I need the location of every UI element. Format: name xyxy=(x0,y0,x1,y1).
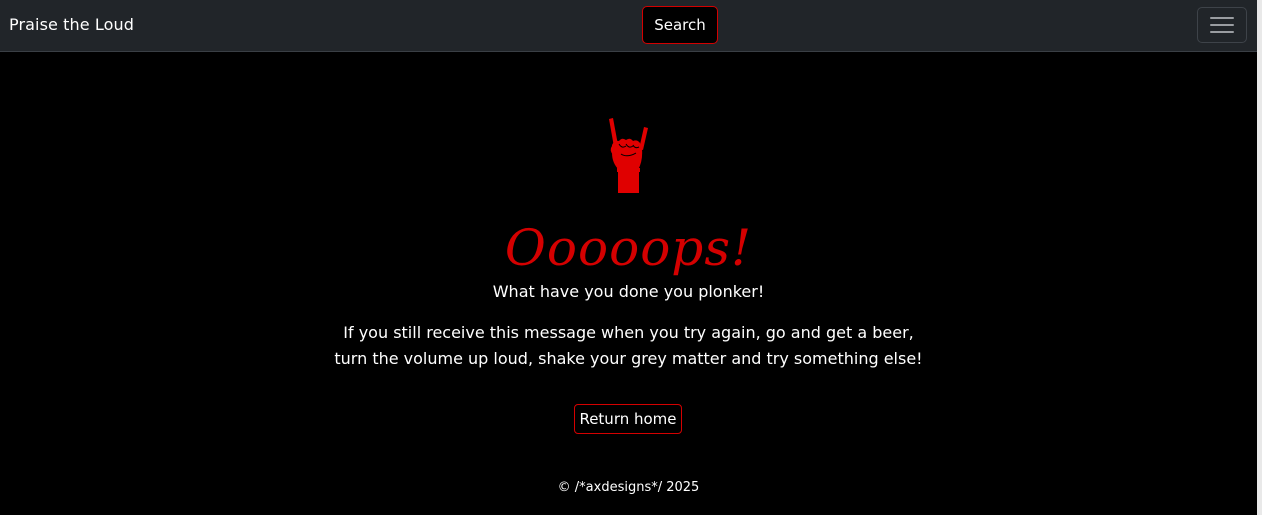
hamburger-menu-icon xyxy=(1210,17,1234,33)
error-title: Ooooops! xyxy=(504,219,753,277)
menu-toggle-button[interactable] xyxy=(1197,7,1247,43)
brand-link[interactable]: Praise the Loud xyxy=(9,14,134,36)
navbar: Praise the Loud Search xyxy=(0,0,1257,52)
search-button[interactable]: Search xyxy=(642,6,718,44)
page-edge xyxy=(1257,0,1262,515)
footer-copyright: © /*axdesigns*/ 2025 xyxy=(557,480,700,495)
return-home-button[interactable]: Return home xyxy=(574,404,682,434)
rock-horns-hand-icon xyxy=(609,118,648,193)
error-subtitle: What have you done you plonker! xyxy=(492,282,765,301)
error-message: If you still receive this message when y… xyxy=(334,323,923,368)
